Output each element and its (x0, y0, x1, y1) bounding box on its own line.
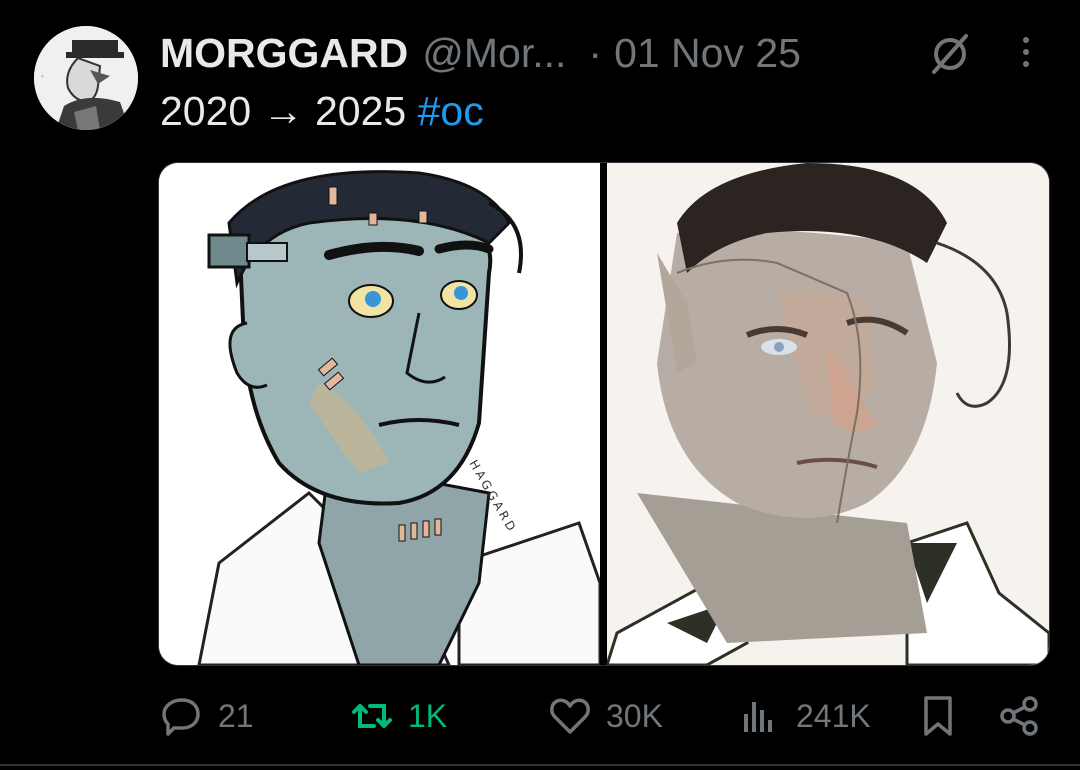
media-image-2025[interactable] (605, 163, 1049, 665)
media-image-2020[interactable]: HAGGARD (159, 163, 602, 665)
more-options-icon[interactable] (1012, 30, 1040, 78)
like-button[interactable]: 30K (548, 690, 663, 742)
views-button[interactable]: 241K (738, 690, 871, 742)
post-text: 2020 → 2025 #oc (160, 88, 484, 135)
post-text-main: 2020 → 2025 (160, 88, 418, 134)
repost-button[interactable]: 1K (350, 690, 447, 742)
post-header: MORGGARD @Mor... · 01 Nov 25 (160, 26, 801, 80)
separator-dot: · (588, 29, 603, 76)
bookmark-icon (924, 696, 952, 736)
svg-text:ˣ: ˣ (40, 75, 48, 78)
post-date[interactable]: 01 Nov 25 (614, 30, 801, 77)
reply-icon (162, 698, 200, 736)
reply-count: 21 (218, 697, 254, 734)
action-bar: 21 1K 30K 241K (0, 690, 1080, 742)
heart-icon (550, 698, 590, 734)
share-button[interactable] (998, 690, 1042, 742)
divider (0, 764, 1080, 766)
views-chart-icon (744, 702, 772, 732)
share-icon (1000, 696, 1038, 736)
avatar[interactable]: ˣ (34, 26, 138, 130)
author-name[interactable]: MORGGARD (160, 30, 408, 77)
author-handle[interactable]: @Mor... (422, 30, 566, 77)
views-count: 241K (796, 697, 871, 734)
hashtag-link[interactable]: #oc (418, 88, 484, 134)
cartoon-portrait-image: HAGGARD (159, 163, 602, 665)
repost-count: 1K (408, 697, 448, 734)
grok-icon[interactable] (928, 32, 972, 76)
reply-button[interactable]: 21 (160, 690, 254, 742)
avatar-image: ˣ (34, 26, 138, 130)
painted-portrait-image (605, 163, 1049, 665)
like-count: 30K (606, 697, 663, 734)
post-media[interactable]: HAGGARD (158, 162, 1050, 666)
bookmark-button[interactable] (916, 690, 960, 742)
repost-icon (352, 704, 392, 728)
